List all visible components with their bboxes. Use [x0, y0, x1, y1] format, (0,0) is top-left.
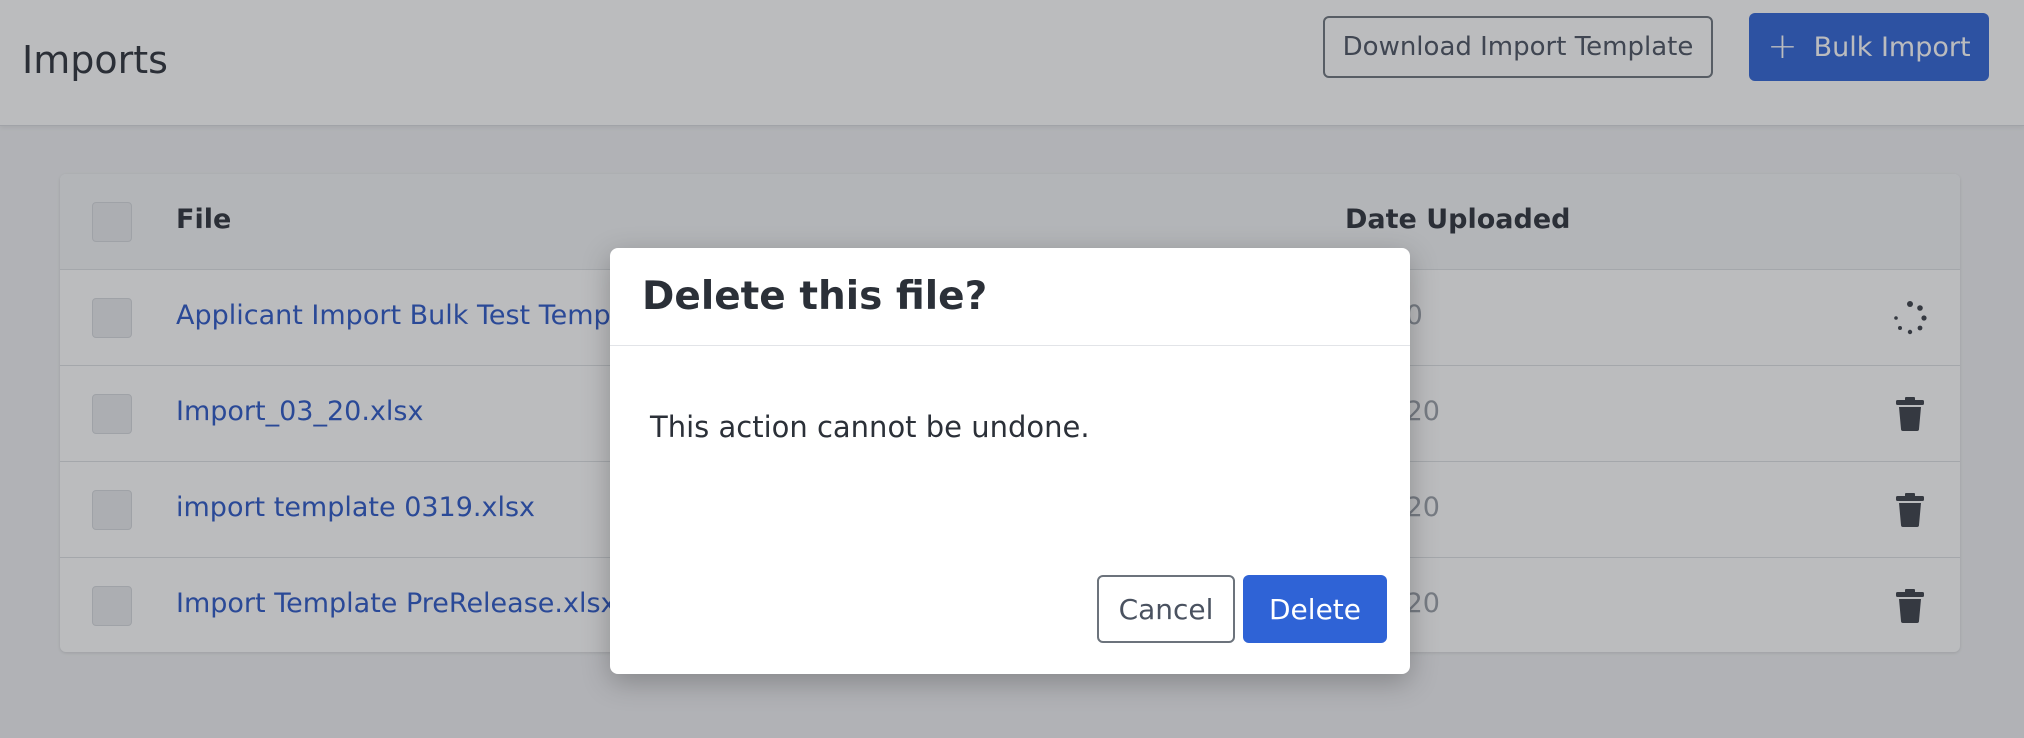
dialog-header: Delete this file? [610, 248, 1410, 346]
cancel-button[interactable]: Cancel [1097, 575, 1235, 643]
delete-confirmation-dialog: Delete this file? This action cannot be … [610, 248, 1410, 674]
dialog-title: Delete this file? [642, 274, 988, 319]
delete-button[interactable]: Delete [1243, 575, 1387, 643]
dialog-message: This action cannot be undone. [650, 410, 1090, 444]
